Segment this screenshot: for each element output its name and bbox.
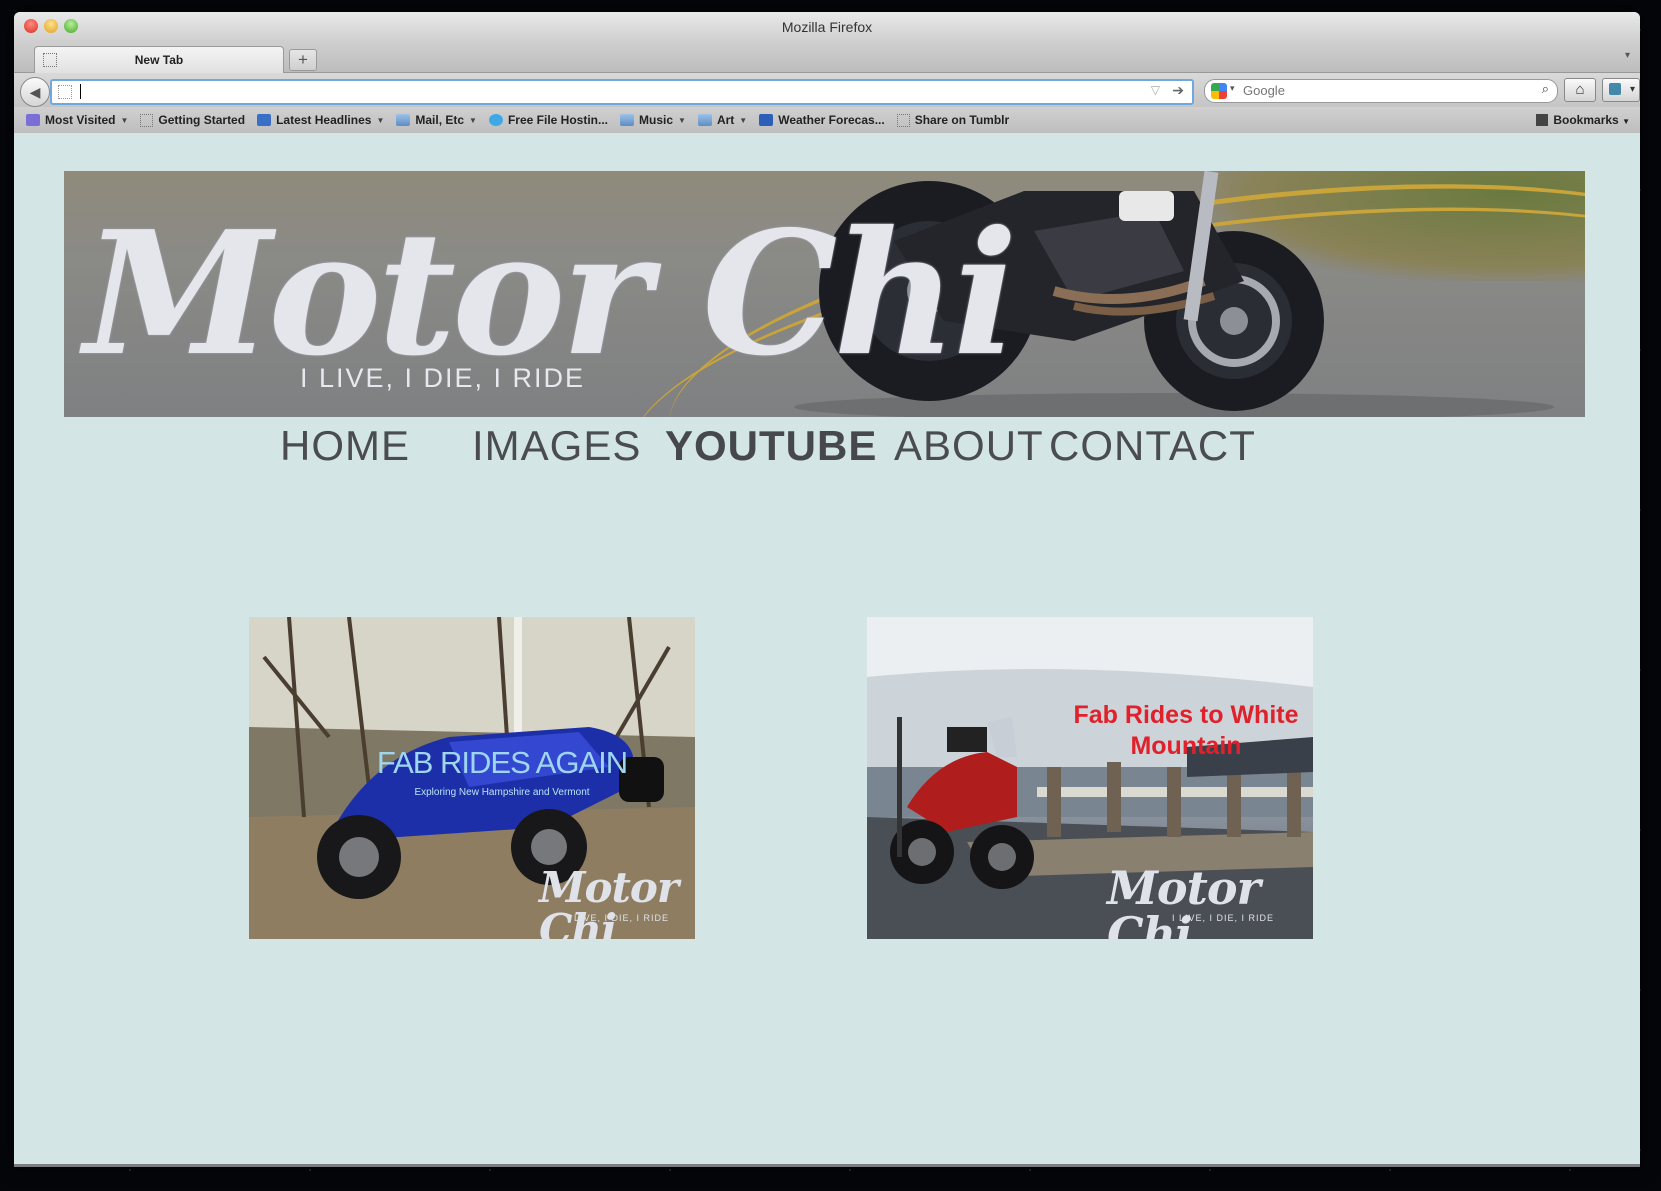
bookmark-music[interactable]: Music ▼ xyxy=(620,113,686,127)
chevron-down-icon: ▼ xyxy=(1622,117,1630,126)
tab-new-tab[interactable]: New Tab xyxy=(34,46,284,73)
title-bar: Mozilla Firefox xyxy=(14,12,1640,42)
folder-icon xyxy=(620,114,634,126)
chevron-down-icon: ▼ xyxy=(678,115,686,125)
video-1-watermark: Motor Chi xyxy=(539,863,679,940)
back-arrow-icon[interactable]: ◀ xyxy=(20,77,50,107)
go-arrow-icon[interactable]: ➔ xyxy=(1172,82,1184,99)
chevron-down-icon: ▼ xyxy=(469,115,477,125)
tab-label: New Tab xyxy=(134,53,184,67)
chevron-down-icon: ▼ xyxy=(739,115,748,125)
video-2-watermark-tagline: I LIVE, I DIE, I RIDE xyxy=(1172,913,1275,923)
smart-folder-icon xyxy=(26,114,40,126)
folder-icon xyxy=(697,114,712,126)
search-icon[interactable]: ⌕ xyxy=(1542,81,1549,97)
rss-icon xyxy=(257,114,272,126)
nav-contact[interactable]: CONTACT xyxy=(1049,422,1256,470)
weather-icon xyxy=(759,114,774,126)
folder-icon xyxy=(396,114,411,126)
bookmark-weather-forecast[interactable]: Weather Forecas... xyxy=(759,113,885,127)
site-nav: HOME IMAGES YOUTUBE ABOUT CONTACT xyxy=(14,416,1640,486)
bookmarks-icon xyxy=(1536,114,1549,126)
url-bar[interactable]: ▽ ➔ xyxy=(50,79,1194,105)
chevron-down-icon: ▼ xyxy=(376,115,385,125)
site-logo[interactable]: Motor Chi xyxy=(84,209,1018,379)
video-1-subtitle: Exploring New Hampshire and Vermont xyxy=(414,787,590,798)
chevron-down-icon[interactable]: ▾ xyxy=(1230,83,1235,94)
bookmark-mail-etc[interactable]: Mail, Etc ▼ xyxy=(396,113,477,127)
text-caret xyxy=(80,84,81,99)
bookmarks-toolbar: Most Visited ▼ Getting Started Latest Hea… xyxy=(14,107,1640,134)
video-2-title: Fab Rides to White Mountain xyxy=(1073,701,1299,760)
bookmark-most-visited[interactable]: Most Visited ▼ xyxy=(26,113,128,127)
video-1-title: FAB RIDES AGAIN xyxy=(376,745,628,780)
search-bar[interactable]: ▾ ⌕ xyxy=(1204,79,1558,103)
navigation-toolbar: ◀ ▽ ➔ ▾ ⌕ ⌂ ▾ xyxy=(14,73,1640,107)
window-bottom-edge xyxy=(14,1164,1640,1167)
google-engine-icon[interactable] xyxy=(1211,83,1227,99)
bookmark-getting-started[interactable]: Getting Started xyxy=(140,113,245,127)
video-thumbnail-2[interactable]: Fab Rides to White Mountain Motor Chi I … xyxy=(867,617,1313,939)
tab-strip: New Tab + ▾ xyxy=(14,42,1640,73)
page-icon xyxy=(896,113,910,127)
nav-images[interactable]: IMAGES xyxy=(472,422,641,470)
new-tab-button[interactable]: + xyxy=(289,49,317,71)
nav-youtube[interactable]: YOUTUBE xyxy=(665,422,877,470)
page-icon xyxy=(58,85,72,99)
page-icon xyxy=(140,113,154,127)
bookmark-star-icon[interactable]: ▽ xyxy=(1151,83,1160,97)
video-thumbnail-1[interactable]: FAB RIDES AGAIN Exploring New Hampshire … xyxy=(249,617,695,939)
search-input[interactable] xyxy=(1241,82,1525,99)
addon-button[interactable]: ▾ xyxy=(1602,78,1640,102)
video-1-watermark-tagline: I LIVE, I DIE, I RIDE xyxy=(567,913,670,923)
nav-about[interactable]: ABOUT xyxy=(894,422,1044,470)
bookmark-art[interactable]: Art ▼ xyxy=(697,113,748,127)
list-all-tabs-button[interactable]: ▾ xyxy=(1625,50,1630,61)
nav-home[interactable]: HOME xyxy=(280,422,410,470)
video-2-watermark: Motor Chi xyxy=(1107,861,1261,939)
chevron-down-icon: ▼ xyxy=(120,115,129,125)
page-content: Motor Chi I LIVE, I DIE, I RIDE HOME IMA… xyxy=(14,133,1640,1166)
bookmarks-menu-button[interactable]: Bookmarks ▼ xyxy=(1536,113,1630,127)
bookmark-free-file-hosting[interactable]: Free File Hostin... xyxy=(488,113,608,127)
window-title: Mozilla Firefox xyxy=(781,19,873,35)
browser-window: Mozilla Firefox New Tab + ▾ ◀ ▽ ➔ ▾ ⌕ ⌂ … xyxy=(14,12,1640,1166)
home-icon[interactable]: ⌂ xyxy=(1564,78,1596,102)
chevron-down-icon[interactable]: ▾ xyxy=(1630,79,1635,101)
header-banner: Motor Chi I LIVE, I DIE, I RIDE xyxy=(64,171,1585,417)
bookmark-share-on-tumblr[interactable]: Share on Tumblr xyxy=(896,113,1009,127)
cloud-icon xyxy=(488,114,503,126)
site-tagline: I LIVE, I DIE, I RIDE xyxy=(300,363,586,393)
bookmark-latest-headlines[interactable]: Latest Headlines ▼ xyxy=(257,113,384,127)
addon-icon xyxy=(1609,83,1621,95)
